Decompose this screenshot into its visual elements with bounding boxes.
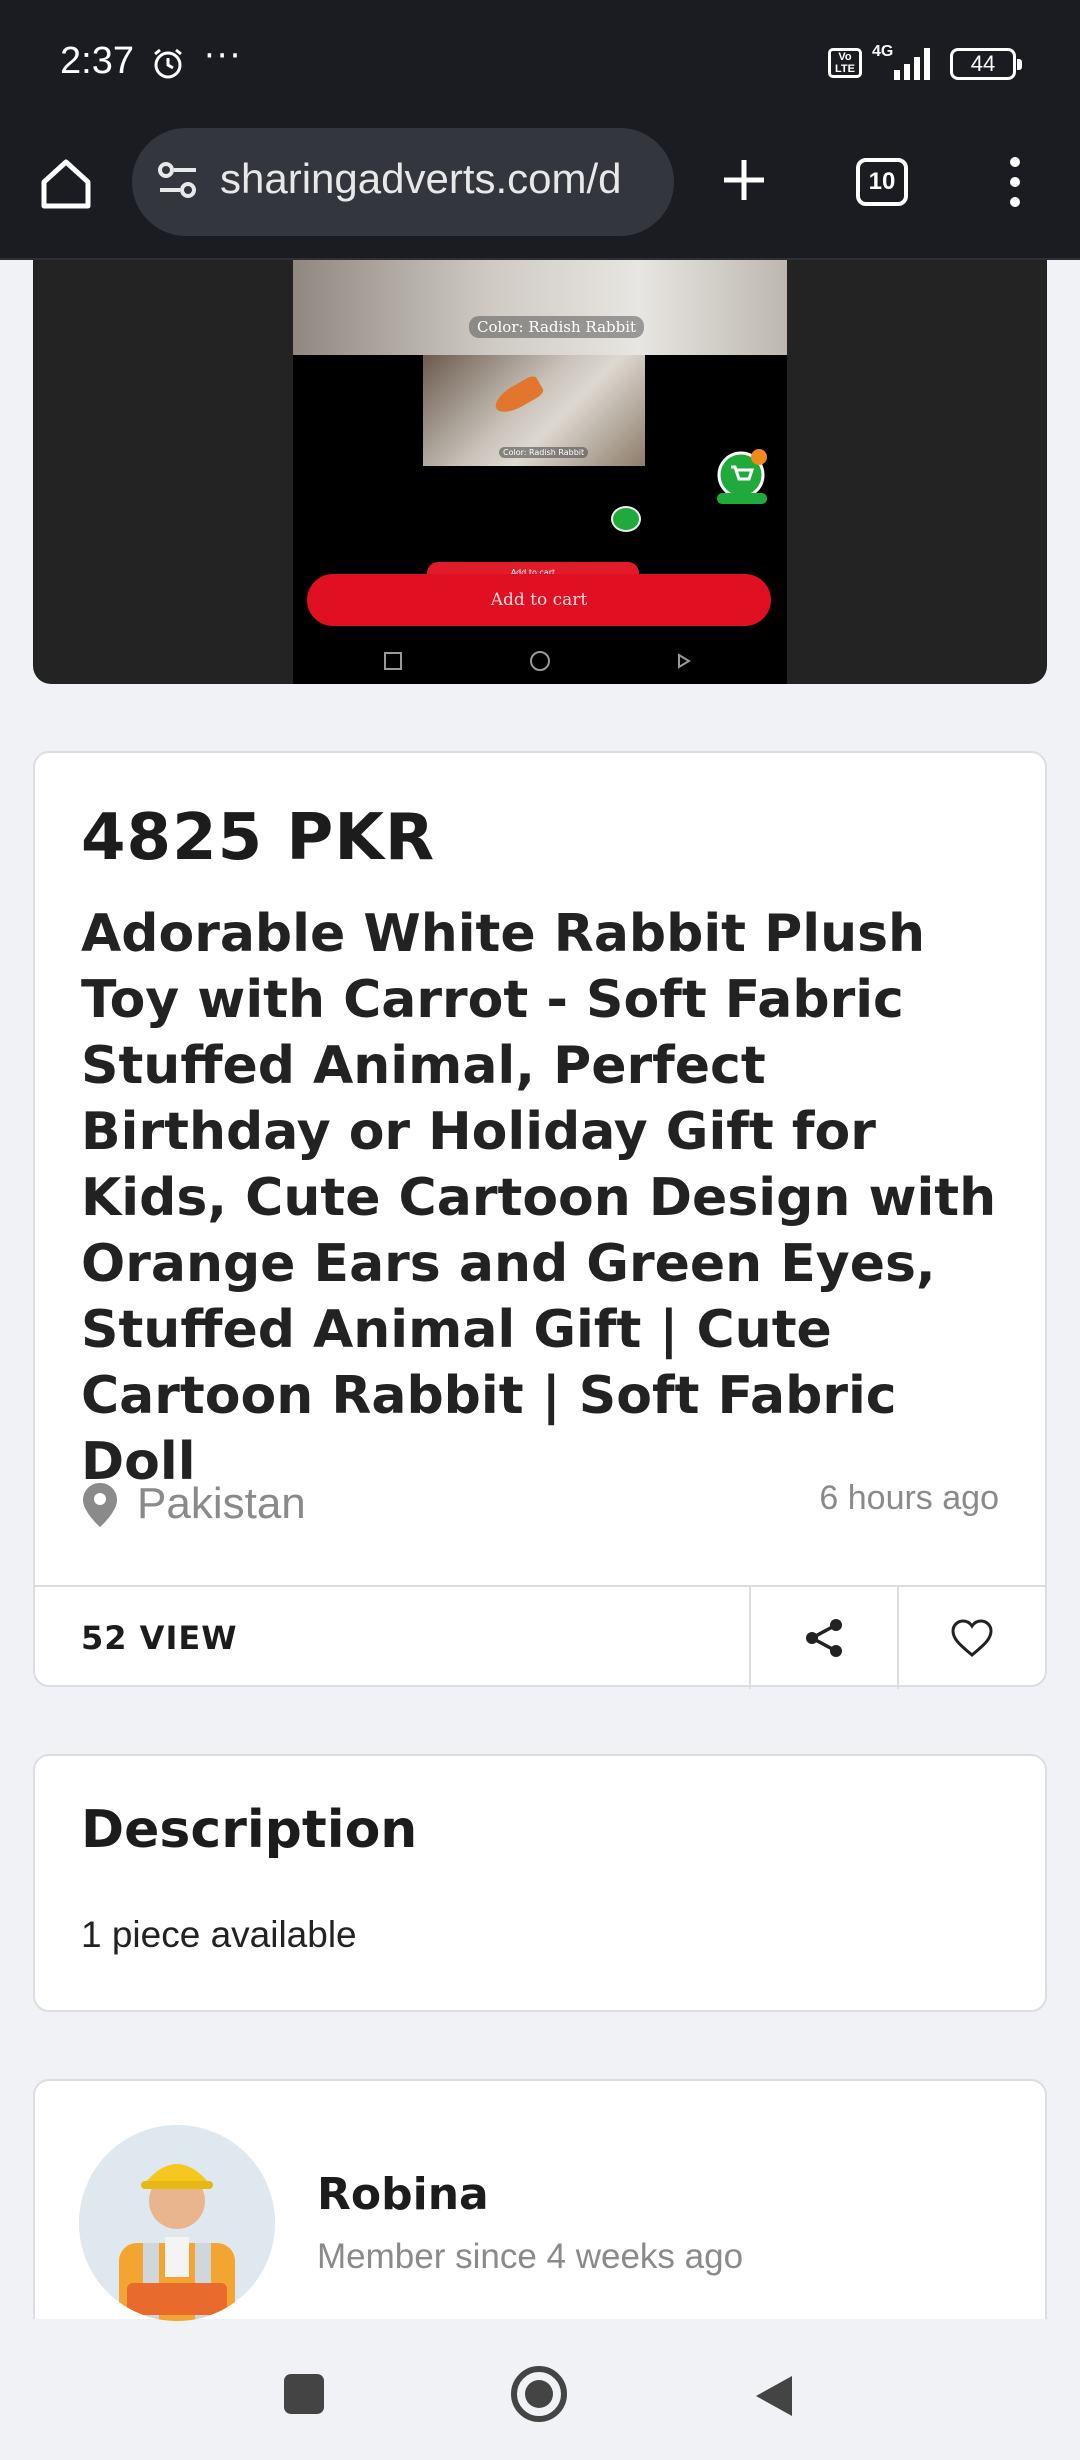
seller-name[interactable]: Robina bbox=[317, 2169, 489, 2220]
recent-apps-button[interactable] bbox=[284, 2374, 324, 2414]
listing-title: Adorable White Rabbit Plush Toy with Car… bbox=[81, 904, 997, 1492]
price: 4825 PKR bbox=[81, 801, 436, 875]
color-label-small: Color: Radish Rabbit bbox=[499, 447, 589, 458]
add-to-cart-overlay: Add to cart bbox=[307, 574, 771, 626]
view-count: 52 VIEW bbox=[81, 1619, 238, 1657]
address-bar[interactable]: sharingadverts.com/d bbox=[132, 128, 674, 236]
browser-toolbar: sharingadverts.com/d 10 bbox=[0, 128, 1080, 260]
heart-icon bbox=[951, 1619, 993, 1657]
member-since: Member since 4 weeks ago bbox=[317, 2237, 744, 2276]
stats-row: 52 VIEW bbox=[35, 1585, 1045, 1689]
cart-icon bbox=[711, 449, 777, 505]
product-photo-thumbnail: Color: Radish Rabbit bbox=[423, 355, 645, 466]
signal-icon: 4G bbox=[870, 40, 940, 86]
embedded-nav-bar bbox=[384, 651, 691, 671]
posted-time: 6 hours ago bbox=[819, 1479, 999, 1517]
battery-icon: 44 bbox=[950, 48, 1022, 80]
product-photo-top: Color: Radish Rabbit bbox=[293, 260, 787, 355]
color-label: Color: Radish Rabbit bbox=[469, 316, 645, 338]
menu-icon[interactable] bbox=[1000, 152, 1030, 212]
product-image[interactable]: Color: Radish Rabbit Color: Radish Rabbi… bbox=[33, 260, 1047, 684]
overflow-notifications: ··· bbox=[204, 36, 243, 76]
location-pin-icon bbox=[81, 1481, 119, 1533]
mini-cart-icon bbox=[611, 506, 641, 532]
system-nav-bar bbox=[0, 2330, 1080, 2460]
description-card: Description 1 piece available bbox=[33, 1754, 1047, 2012]
svg-text:4G: 4G bbox=[872, 43, 893, 60]
home-button[interactable] bbox=[511, 2366, 567, 2422]
status-bar: 2:37 ··· Vo LTE 4G 44 bbox=[0, 0, 1080, 128]
avatar[interactable] bbox=[79, 2125, 275, 2321]
favorite-button[interactable] bbox=[897, 1587, 1045, 1689]
share-icon bbox=[806, 1619, 842, 1657]
alarm-icon bbox=[150, 46, 186, 86]
location-text: Pakistan bbox=[137, 1479, 306, 1528]
description-text: 1 piece available bbox=[81, 1914, 357, 1955]
back-button[interactable] bbox=[752, 2372, 796, 2424]
new-tab-icon[interactable] bbox=[714, 150, 774, 210]
clock: 2:37 bbox=[60, 40, 134, 82]
home-icon[interactable] bbox=[34, 152, 98, 216]
share-button[interactable] bbox=[749, 1587, 897, 1689]
tabs-icon[interactable]: 10 bbox=[856, 158, 908, 206]
carrot-shape bbox=[490, 373, 546, 419]
listing-details-card: 4825 PKR Adorable White Rabbit Plush Toy… bbox=[33, 751, 1047, 1689]
site-settings-icon[interactable] bbox=[154, 156, 202, 208]
volte-badge: Vo LTE bbox=[828, 48, 862, 78]
description-heading: Description bbox=[81, 1800, 418, 1860]
url-text[interactable]: sharingadverts.com/d bbox=[220, 155, 660, 203]
seller-card[interactable]: Robina Member since 4 weeks ago bbox=[33, 2079, 1047, 2321]
